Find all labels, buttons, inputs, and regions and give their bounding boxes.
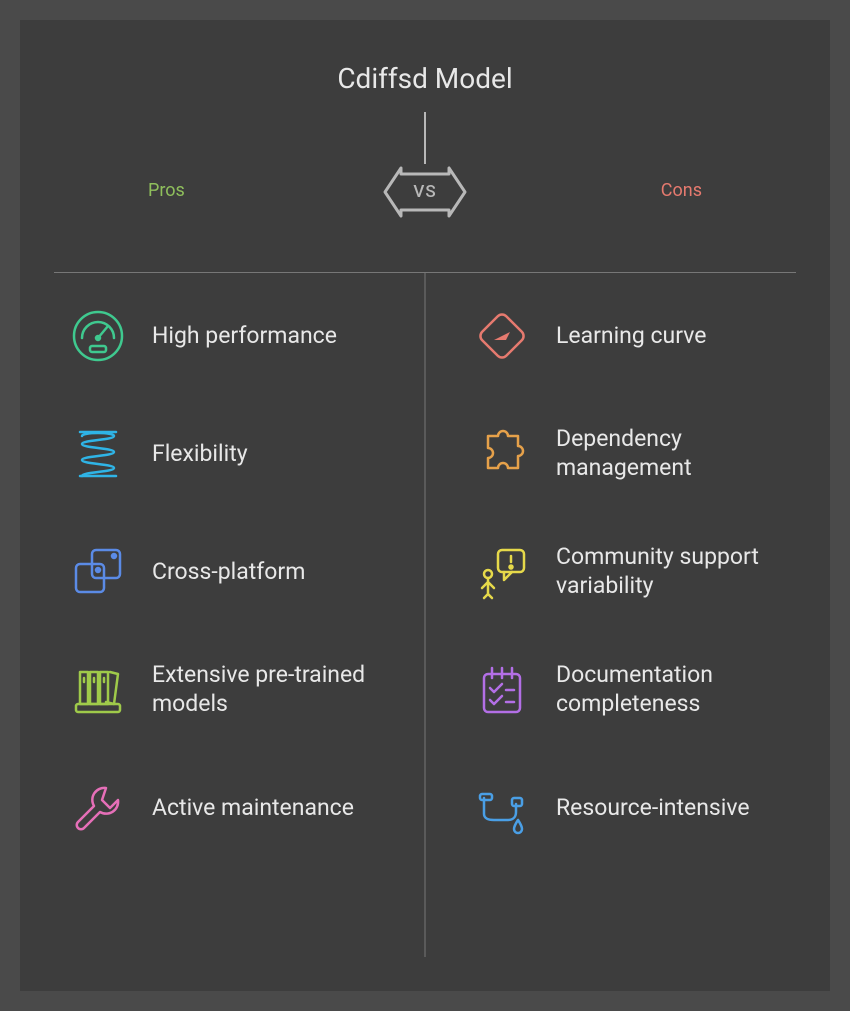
vs-label: VS bbox=[377, 164, 473, 220]
item-label: Flexibility bbox=[152, 440, 248, 469]
library-icon bbox=[68, 660, 128, 720]
wrench-icon bbox=[68, 778, 128, 838]
pros-header: Pros bbox=[148, 180, 185, 201]
list-item: High performance bbox=[68, 306, 388, 366]
cons-header: Cons bbox=[661, 180, 702, 201]
list-item: Resource-intensive bbox=[472, 778, 792, 838]
item-label: Community support variability bbox=[556, 543, 792, 601]
gauge-icon bbox=[68, 306, 128, 366]
pros-column: High performance Flexibility bbox=[68, 306, 388, 971]
item-label: Active maintenance bbox=[152, 794, 354, 823]
resource-icon bbox=[472, 778, 532, 838]
diagram-canvas: Cdiffsd Model VS Pros Cons High performa… bbox=[20, 20, 830, 991]
list-item: Extensive pre-trained models bbox=[68, 660, 388, 720]
list-item: Cross-platform bbox=[68, 542, 388, 602]
platform-icon bbox=[68, 542, 128, 602]
item-label: Documentation completeness bbox=[556, 661, 792, 719]
vertical-divider bbox=[425, 272, 426, 957]
connector-line bbox=[424, 112, 426, 164]
spring-icon bbox=[68, 424, 128, 484]
item-label: Dependency management bbox=[556, 425, 792, 483]
list-item: Active maintenance bbox=[68, 778, 388, 838]
diagram-title: Cdiffsd Model bbox=[20, 20, 830, 95]
list-item: Flexibility bbox=[68, 424, 388, 484]
item-label: Resource-intensive bbox=[556, 794, 750, 823]
item-label: Extensive pre-trained models bbox=[152, 661, 388, 719]
puzzle-icon bbox=[472, 424, 532, 484]
item-label: Cross-platform bbox=[152, 558, 305, 587]
cons-column: Learning curve Dependency management bbox=[472, 306, 792, 971]
list-item: Community support variability bbox=[472, 542, 792, 602]
item-label: High performance bbox=[152, 322, 337, 351]
docs-icon bbox=[472, 660, 532, 720]
list-item: Dependency management bbox=[472, 424, 792, 484]
item-label: Learning curve bbox=[556, 322, 706, 351]
warning-icon bbox=[472, 306, 532, 366]
vs-badge: VS bbox=[377, 164, 473, 220]
support-icon bbox=[472, 542, 532, 602]
list-item: Documentation completeness bbox=[472, 660, 792, 720]
list-item: Learning curve bbox=[472, 306, 792, 366]
